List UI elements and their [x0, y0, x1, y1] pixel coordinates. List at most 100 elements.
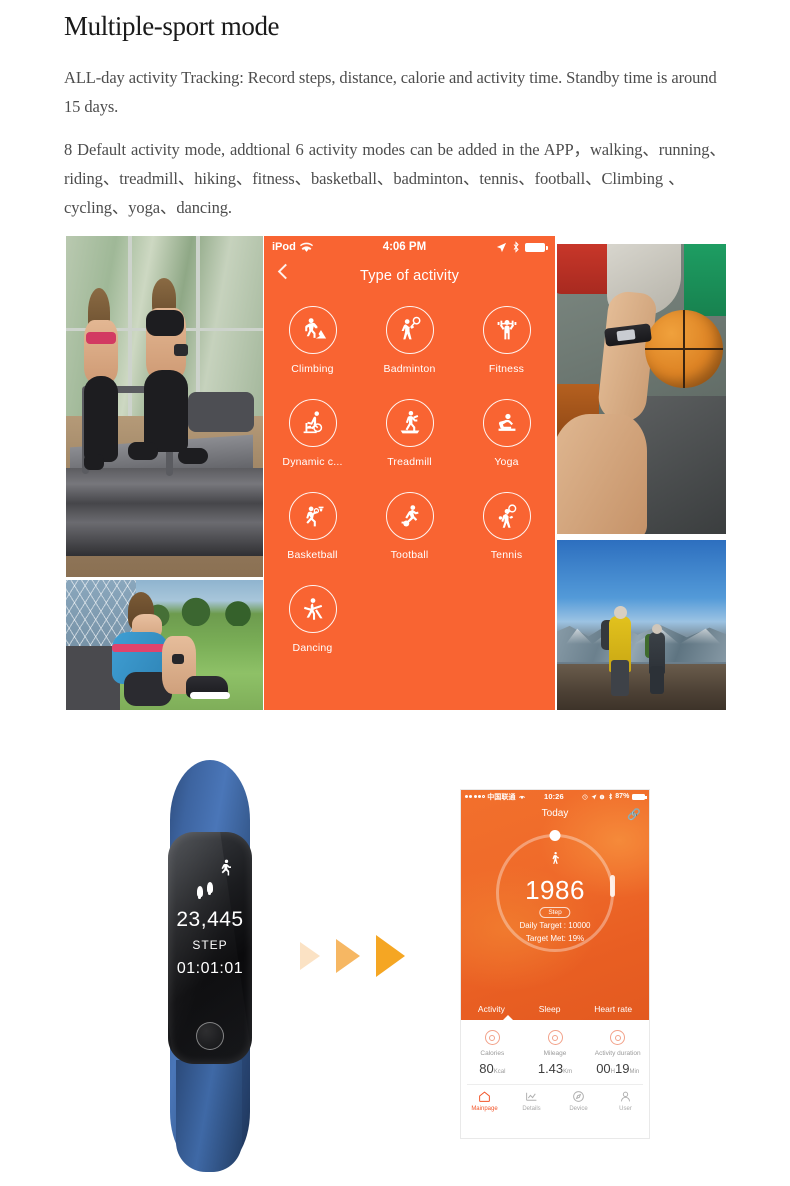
chevron-left-icon[interactable]	[277, 263, 294, 280]
treadmill-gym-photo	[66, 236, 263, 577]
stat-value: 80	[479, 1061, 494, 1076]
stat-unit: Kcal	[493, 1069, 506, 1075]
stat-unit: Km	[563, 1069, 573, 1075]
activity-label: Fitness	[488, 363, 525, 375]
activity-label: Dancing	[292, 642, 333, 654]
tab-sleep[interactable]: Sleep	[539, 1004, 561, 1014]
user-icon	[620, 1091, 631, 1102]
stat-label: Mileage	[543, 1050, 567, 1057]
footprints-icon	[196, 882, 218, 900]
collage-middle-column: iPod 4:06 PM Type of activity Climbing B…	[264, 236, 555, 710]
badminton-icon	[385, 306, 434, 354]
today-bottom-nav: Mainpage Details Device User	[461, 1085, 649, 1116]
rotation-lock-icon	[599, 794, 605, 799]
dynamic-cycling-icon	[288, 399, 337, 447]
stat-mileage: Mileage 1.43Km	[524, 1030, 587, 1076]
link-icon[interactable]: 🔗	[627, 808, 641, 821]
nav-label: Device	[569, 1106, 588, 1112]
compass-icon	[573, 1091, 584, 1102]
basketball-photo	[557, 244, 726, 534]
activity-item-yoga[interactable]: Yoga	[458, 399, 555, 492]
shoe-tying-photo	[66, 580, 263, 710]
nav-user[interactable]: User	[602, 1090, 649, 1112]
bluetooth-icon	[513, 241, 519, 253]
activity-label: Yoga	[494, 456, 519, 468]
photo-collage: iPod 4:06 PM Type of activity Climbing B…	[66, 236, 726, 710]
stat-unit-2: Min	[629, 1069, 640, 1075]
hiking-photo	[557, 540, 726, 710]
active-tab-indicator	[502, 1015, 514, 1021]
daily-target-label: Daily Target : 10000	[519, 921, 591, 930]
nav-label: Mainpage	[471, 1106, 498, 1112]
treadmill-icon	[385, 399, 434, 447]
activity-item-tennis[interactable]: Tennis	[458, 492, 555, 585]
paragraph-modes: 8 Default activity mode, addtional 6 act…	[64, 139, 726, 217]
activity-label: Badminton	[383, 363, 436, 375]
activity-label: Dynamic c...	[282, 456, 343, 468]
climbing-icon	[288, 306, 337, 354]
product-demo-section: 23,445 STEP 01:01:01 中国联通 10:26 87% Toda…	[0, 740, 790, 1180]
blue-fitness-band: 23,445 STEP 01:01:01	[148, 760, 272, 1172]
activity-item-football[interactable]: Tootball	[361, 492, 458, 585]
nav-device[interactable]: Device	[555, 1090, 602, 1112]
stat-value: 00	[596, 1061, 611, 1076]
location-arrow-icon	[496, 242, 507, 252]
walking-icon	[552, 852, 559, 864]
activity-item-climbing[interactable]: Climbing	[264, 306, 361, 399]
today-title: Today	[541, 808, 569, 819]
carrier-label: iPod	[272, 241, 296, 253]
today-tabs: Activity Sleep Heart rate	[461, 1004, 649, 1014]
nav-label: Details	[522, 1106, 541, 1112]
intro-text-block: Multiple-sport mode ALL-day activity Tra…	[64, 10, 754, 222]
home-button[interactable]	[196, 1022, 224, 1050]
today-hero: 中国联通 10:26 87% Today 🔗 1986 Step Daily T…	[461, 790, 649, 1021]
band-step-unit: STEP	[192, 938, 228, 952]
home-icon	[479, 1091, 490, 1102]
mileage-icon	[547, 1030, 563, 1045]
activity-item-fitness[interactable]: Fitness	[458, 306, 555, 399]
football-icon	[385, 492, 434, 540]
arrow-3-icon	[376, 935, 405, 977]
stat-value-2: 19	[615, 1061, 630, 1076]
stat-label: Activity duration	[594, 1050, 641, 1057]
activity-item-dancing[interactable]: Dancing	[264, 585, 361, 678]
activity-label: Tennis	[490, 549, 523, 561]
activity-label: Tootball	[390, 549, 429, 561]
activity-label: Climbing	[291, 363, 334, 375]
tab-activity[interactable]: Activity	[478, 1004, 505, 1014]
activity-type-screen: iPod 4:06 PM Type of activity Climbing B…	[264, 236, 555, 710]
wifi-icon	[299, 242, 313, 252]
battery-percent-label: 87%	[615, 793, 630, 800]
arrow-1-icon	[300, 942, 320, 970]
activity-item-basketball[interactable]: Basketball	[264, 492, 361, 585]
clock-label: 4:06 PM	[382, 241, 427, 253]
tab-heart-rate[interactable]: Heart rate	[594, 1004, 632, 1014]
activity-item-dynamic-cycling[interactable]: Dynamic c...	[264, 399, 361, 492]
calories-icon	[484, 1030, 500, 1045]
clock-label: 10:26	[544, 792, 564, 801]
band-screen: 23,445 STEP 01:01:01	[176, 854, 244, 1004]
step-unit-badge: Step	[539, 907, 571, 918]
band-step-count: 23,445	[176, 908, 244, 931]
activity-grid: Climbing Badminton Fitness Dynamic c... …	[264, 306, 555, 678]
duration-icon	[610, 1030, 626, 1045]
arrow-2-icon	[336, 939, 360, 973]
nav-mainpage[interactable]: Mainpage	[461, 1090, 508, 1112]
activity-item-badminton[interactable]: Badminton	[361, 306, 458, 399]
nav-details[interactable]: Details	[508, 1090, 555, 1112]
today-app-screen: 中国联通 10:26 87% Today 🔗 1986 Step Daily T…	[461, 790, 649, 1138]
stat-label: Calories	[480, 1050, 505, 1057]
battery-icon	[632, 793, 647, 800]
activity-label: Basketball	[287, 549, 338, 561]
chart-icon	[526, 1092, 537, 1101]
fitness-icon	[482, 306, 531, 354]
running-icon	[221, 859, 231, 876]
alarm-icon	[582, 793, 588, 800]
collage-right-column	[557, 244, 726, 710]
activity-item-treadmill[interactable]: Treadmill	[361, 399, 458, 492]
activity-label: Treadmill	[387, 456, 432, 468]
flow-arrows	[300, 935, 405, 977]
step-count: 1986	[525, 875, 585, 905]
target-met-label: Target Met: 19%	[525, 934, 585, 943]
yoga-icon	[482, 399, 531, 447]
